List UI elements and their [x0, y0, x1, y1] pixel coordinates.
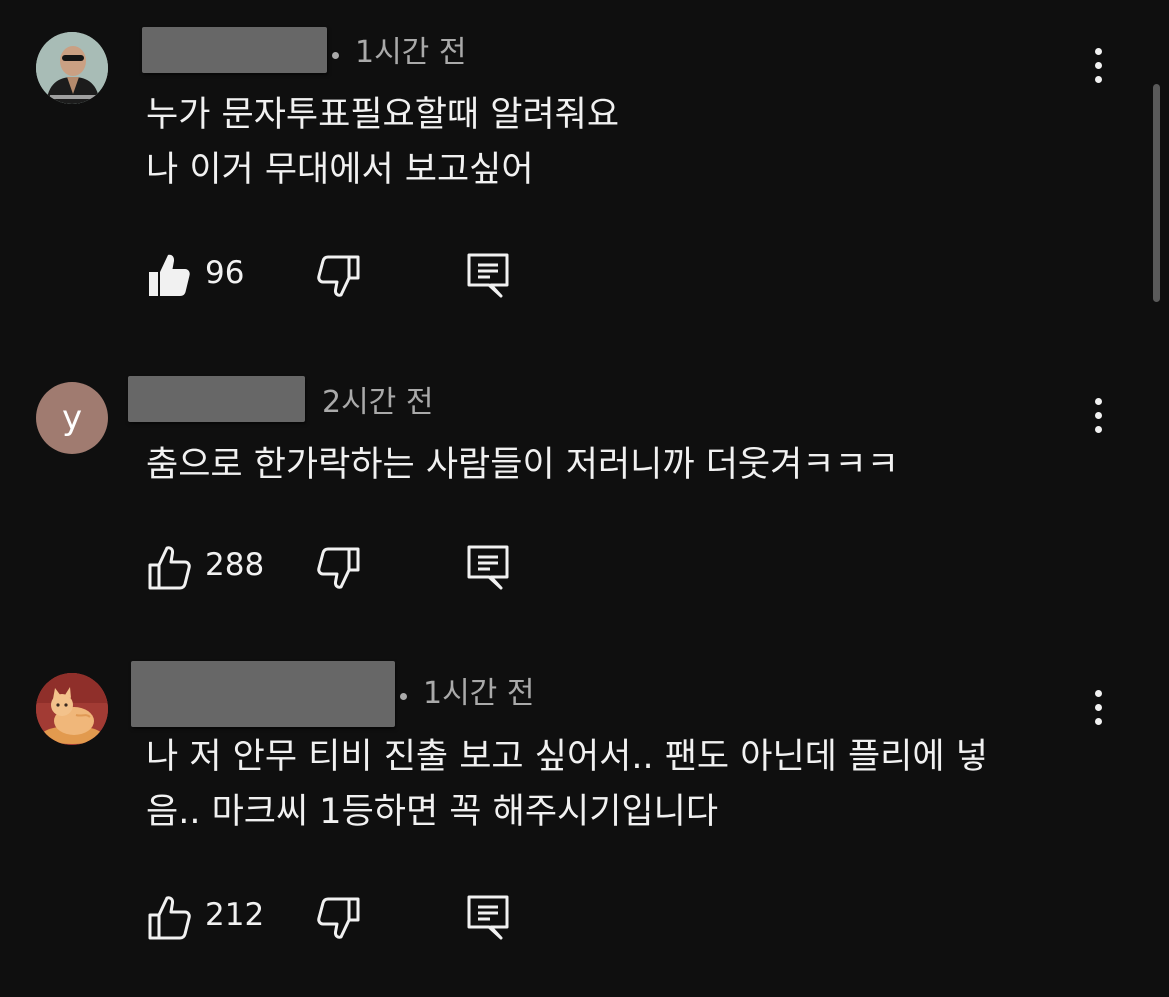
like-button[interactable] [146, 251, 194, 299]
comment-menu-button[interactable] [1084, 48, 1112, 88]
comment-timestamp: 1시간 전 [423, 676, 535, 711]
scrollbar-thumb[interactable] [1153, 84, 1160, 302]
like-count: 96 [205, 255, 245, 291]
comment-line: 음.. 마크씨 1등하면 꼭 해주시기입니다 [146, 792, 719, 832]
separator-dot [332, 52, 339, 59]
more-vertical-icon [1095, 48, 1102, 55]
comment-line: 나 저 안무 티비 진출 보고 싶어서.. 팬도 아닌데 플리에 넣 [146, 737, 988, 777]
author-name-redacted[interactable] [142, 27, 327, 73]
comment-line: 누가 문자투표필요할때 알려줘요 [146, 95, 620, 135]
reply-button[interactable] [464, 251, 512, 299]
more-vertical-icon [1095, 690, 1102, 697]
reply-button[interactable] [464, 543, 512, 591]
author-avatar[interactable]: y [36, 382, 108, 454]
comment-text: 누가 문자투표필요할때 알려줘요 나 이거 무대에서 보고싶어 [146, 88, 1106, 198]
like-button[interactable] [146, 893, 194, 941]
author-name-redacted[interactable] [131, 661, 395, 727]
dislike-button[interactable] [314, 545, 362, 593]
dislike-button[interactable] [314, 253, 362, 301]
reply-button[interactable] [464, 893, 512, 941]
person-photo-icon [36, 32, 108, 104]
author-avatar[interactable] [36, 32, 108, 104]
more-vertical-icon [1095, 398, 1102, 405]
like-button[interactable] [146, 543, 194, 591]
separator-dot [400, 693, 407, 700]
comment-timestamp: 1시간 전 [355, 35, 467, 70]
comment-menu-button[interactable] [1084, 690, 1112, 730]
comment-text: 춤으로 한가락하는 사람들이 저러니까 더웃겨ㅋㅋㅋ [146, 438, 1106, 493]
comment-line: 나 이거 무대에서 보고싶어 [146, 150, 534, 190]
avatar-letter: y [61, 398, 83, 438]
comment-menu-button[interactable] [1084, 398, 1112, 438]
comment-line: 춤으로 한가락하는 사람들이 저러니까 더웃겨ㅋㅋㅋ [146, 445, 899, 485]
comment-timestamp: 2시간 전 [322, 385, 434, 420]
cat-illustration-icon [36, 673, 108, 745]
dislike-button[interactable] [314, 895, 362, 943]
comment-text: 나 저 안무 티비 진출 보고 싶어서.. 팬도 아닌데 플리에 넣 음.. 마… [146, 730, 1106, 840]
like-count: 288 [205, 547, 265, 583]
author-avatar[interactable] [36, 673, 108, 745]
like-count: 212 [205, 897, 265, 933]
author-name-redacted[interactable] [128, 376, 305, 422]
